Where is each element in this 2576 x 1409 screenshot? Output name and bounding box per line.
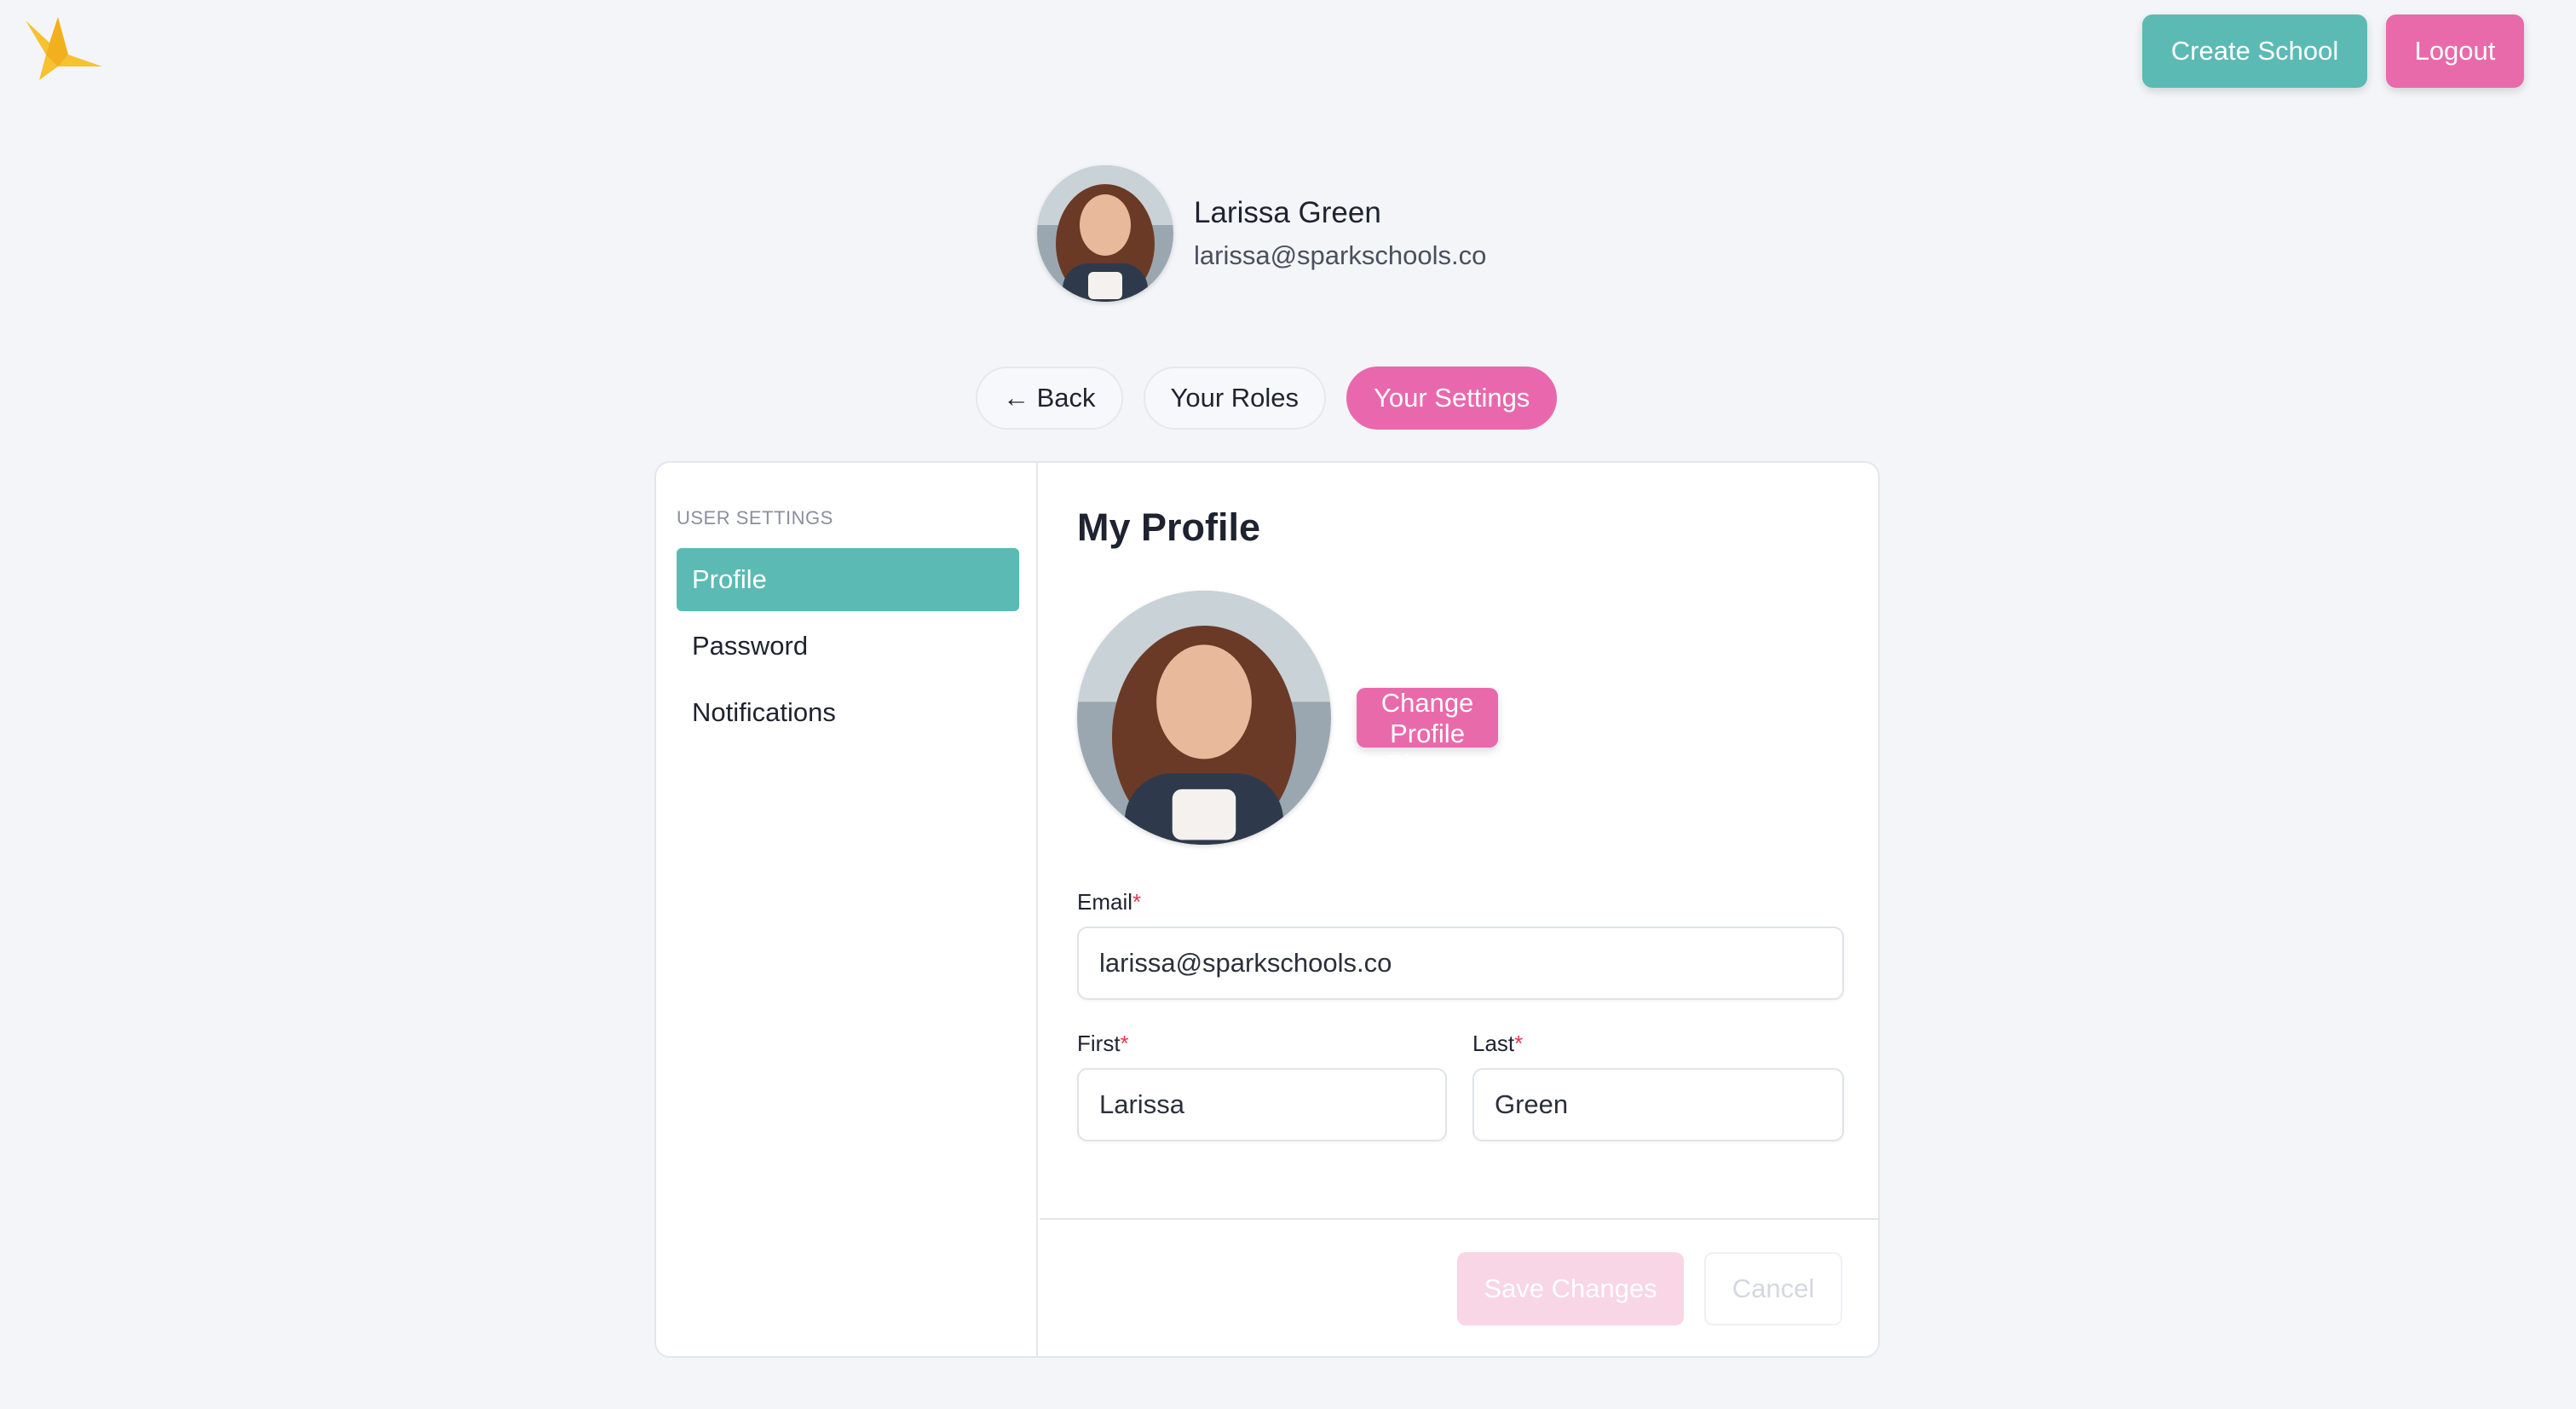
- first-name-label: First*: [1077, 1031, 1129, 1057]
- first-name-field[interactable]: [1077, 1068, 1447, 1141]
- save-changes-button[interactable]: Save Changes: [1457, 1252, 1684, 1325]
- create-school-button[interactable]: Create School: [2142, 14, 2367, 88]
- page-title: My Profile: [1077, 505, 1261, 549]
- settings-sidebar: USER SETTINGS Profile Password Notificat…: [656, 463, 1038, 1356]
- change-profile-picture-button[interactable]: Change Profile Picture: [1357, 688, 1498, 779]
- avatar: [1037, 165, 1173, 302]
- last-name-label: Last*: [1472, 1031, 1523, 1057]
- email-label: Email*: [1077, 889, 1141, 915]
- email-label-text: Email: [1077, 889, 1133, 915]
- user-name: Larissa Green: [1194, 196, 1381, 229]
- sidebar-item-profile[interactable]: Profile: [677, 548, 1019, 611]
- user-header: Larissa Green larissa@sparkschools.co: [1037, 165, 1486, 302]
- sidebar-section-label: USER SETTINGS: [677, 507, 833, 528]
- email-field[interactable]: [1077, 927, 1844, 1000]
- back-button[interactable]: ← Back: [976, 367, 1123, 430]
- last-name-field[interactable]: [1472, 1068, 1844, 1141]
- sidebar-item-label: Notifications: [692, 697, 836, 727]
- form-footer: Save Changes Cancel: [1040, 1218, 1878, 1356]
- top-actions: Create School Logout: [2142, 14, 2524, 88]
- sidebar-item-label: Profile: [692, 564, 767, 594]
- required-marker: *: [1132, 889, 1142, 915]
- required-marker: *: [1120, 1031, 1129, 1056]
- required-marker: *: [1514, 1031, 1524, 1056]
- sidebar-item-password[interactable]: Password: [677, 615, 1019, 678]
- last-name-label-text: Last: [1472, 1031, 1515, 1056]
- user-info: Larissa Green larissa@sparkschools.co: [1194, 196, 1486, 271]
- user-email: larissa@sparkschools.co: [1194, 240, 1487, 270]
- settings-card: USER SETTINGS Profile Password Notificat…: [654, 461, 1880, 1358]
- tab-your-roles[interactable]: Your Roles: [1143, 367, 1327, 430]
- logout-button[interactable]: Logout: [2386, 14, 2524, 88]
- sidebar-item-label: Password: [692, 631, 809, 661]
- tab-your-settings[interactable]: Your Settings: [1346, 367, 1558, 430]
- profile-picture: [1077, 591, 1331, 845]
- spark-logo-icon[interactable]: [24, 17, 106, 82]
- first-name-label-text: First: [1077, 1031, 1121, 1056]
- nav-pills: ← Back Your Roles Your Settings: [976, 367, 1558, 430]
- cancel-button[interactable]: Cancel: [1704, 1252, 1842, 1325]
- profile-content: My Profile Change Profile Picture Email*…: [1040, 463, 1878, 1218]
- sidebar-item-notifications[interactable]: Notifications: [677, 681, 1019, 744]
